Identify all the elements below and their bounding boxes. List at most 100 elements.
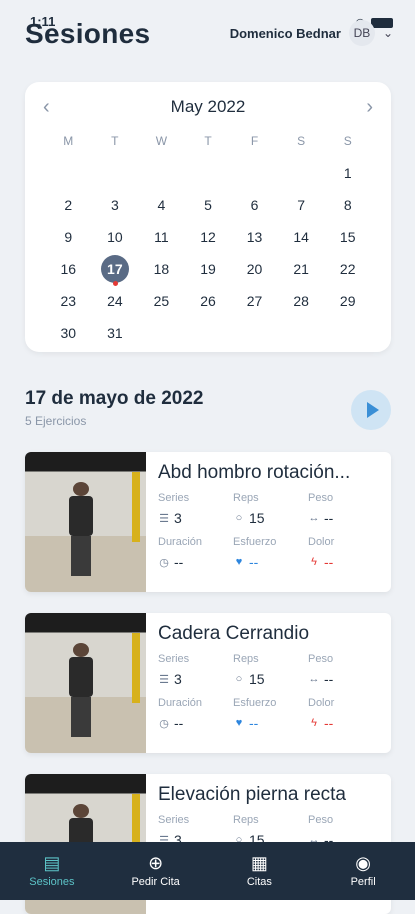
calendar-day[interactable]: 25 <box>138 290 185 312</box>
calendar-day[interactable]: 6 <box>231 194 278 216</box>
exercise-thumbnail <box>25 613 146 753</box>
calendar-day[interactable]: 15 <box>324 226 371 248</box>
calendar-day[interactable]: 4 <box>138 194 185 216</box>
calendar-day[interactable]: 1 <box>324 162 371 184</box>
calendar-day[interactable]: 5 <box>185 194 232 216</box>
weight-icon: ↔ <box>308 673 320 685</box>
clipboard-icon: ▤ <box>43 853 61 873</box>
calendar-day[interactable]: 28 <box>278 290 325 312</box>
tab-sesiones[interactable]: ▤ Sesiones <box>0 842 104 900</box>
calendar-day-selected[interactable]: 17 <box>92 255 139 286</box>
esfuerzo-value: -- <box>249 554 259 570</box>
calendar: ‹ May 2022 › MTWTFSS 1 2 3 4 5 6 7 8 9 10 11 12 13 14… <box>25 82 391 352</box>
calendar-day[interactable]: 7 <box>278 194 325 216</box>
esfuerzo-label: Esfuerzo <box>233 536 277 548</box>
series-value: 3 <box>174 671 182 687</box>
calendar-day[interactable]: 21 <box>278 258 325 280</box>
exercise-title: Abd hombro rotación... <box>158 462 351 483</box>
calendar-day[interactable]: 29 <box>324 290 371 312</box>
calendar-day[interactable]: 16 <box>45 258 92 280</box>
calendar-day[interactable]: 13 <box>231 226 278 248</box>
calendar-day[interactable]: 2 <box>45 194 92 216</box>
calendar-day[interactable]: 18 <box>138 258 185 280</box>
calendar-day[interactable]: 12 <box>185 226 232 248</box>
weekday-label: F <box>250 134 259 148</box>
tab-citas[interactable]: ▦ Citas <box>208 842 312 900</box>
calendar-day[interactable]: 30 <box>45 322 92 344</box>
dolor-value: -- <box>324 715 334 731</box>
calendar-empty-cell <box>138 162 185 184</box>
peso-value: -- <box>324 510 334 526</box>
calendar-day[interactable]: 20 <box>231 258 278 280</box>
weekday-label: T <box>111 134 119 148</box>
tab-bar: ▤ Sesiones ⊕ Pedir Cita ▦ Citas ◉ Perfil <box>0 842 415 900</box>
reps-label: Reps <box>233 492 259 504</box>
chevron-right-icon[interactable]: › <box>366 96 373 119</box>
user-menu[interactable]: Domenico Bednar DB ⌄ <box>230 20 393 46</box>
series-label: Series <box>158 653 190 665</box>
list-icon: ☰ <box>159 512 169 525</box>
calendar-day[interactable]: 22 <box>324 258 371 280</box>
exercise-card[interactable]: Cadera Cerrandio Series Reps Peso ☰ 3 ○ 15… <box>25 613 391 753</box>
series-label: Series <box>158 814 190 826</box>
heart-icon: ♥ <box>235 717 243 729</box>
peso-label: Peso <box>308 653 334 665</box>
calendar-day[interactable]: 26 <box>185 290 232 312</box>
dolor-label: Dolor <box>308 536 335 548</box>
tab-perfil[interactable]: ◉ Perfil <box>311 842 415 900</box>
calendar-empty-cell <box>231 162 278 184</box>
exercise-count: 5 Ejercicios <box>25 414 87 428</box>
repeat-icon: ○ <box>235 512 243 524</box>
clock-icon: ◷ <box>159 556 169 569</box>
bolt-icon: ϟ <box>311 556 317 568</box>
tab-label: Perfil <box>350 876 376 888</box>
clock-icon: ◷ <box>159 717 169 730</box>
calendar-day[interactable]: 8 <box>324 194 371 216</box>
play-button[interactable] <box>351 390 391 430</box>
calendar-day[interactable]: 14 <box>278 226 325 248</box>
weekday-label: T <box>204 134 212 148</box>
calendar-day[interactable]: 10 <box>92 226 139 248</box>
weekday-label: S <box>297 134 306 148</box>
dolor-label: Dolor <box>308 697 335 709</box>
calendar-day[interactable]: 31 <box>92 322 139 344</box>
series-label: Series <box>158 492 190 504</box>
peso-label: Peso <box>308 492 334 504</box>
tab-label: Citas <box>246 876 272 888</box>
calendar-day[interactable]: 27 <box>231 290 278 312</box>
page-title: Sesiones <box>25 18 151 49</box>
calendar-days: 1 2 3 4 5 6 7 8 9 10 11 12 13 14 15 16 17 18 19 20 21 22 23 24 2… <box>45 162 371 344</box>
calendar-day[interactable]: 9 <box>45 226 92 248</box>
bolt-icon: ϟ <box>311 717 317 729</box>
calendar-icon: ▦ <box>250 853 268 873</box>
reps-label: Reps <box>233 814 259 826</box>
session-date: 17 de mayo de 2022 <box>25 388 204 409</box>
exercise-title: Cadera Cerrandio <box>158 623 310 644</box>
calendar-day[interactable]: 3 <box>92 194 139 216</box>
tab-pedir-cita[interactable]: ⊕ Pedir Cita <box>104 842 208 900</box>
duracion-value: -- <box>174 554 184 570</box>
tab-label: Sesiones <box>29 876 75 888</box>
weekday-label: W <box>155 134 168 148</box>
avatar[interactable]: DB <box>348 20 375 46</box>
series-value: 3 <box>174 510 182 526</box>
reps-label: Reps <box>233 653 259 665</box>
duracion-label: Duración <box>158 697 203 709</box>
esfuerzo-value: -- <box>249 715 259 731</box>
calendar-day[interactable]: 11 <box>138 226 185 248</box>
peso-value: -- <box>324 671 334 687</box>
calendar-month-title: May 2022 <box>170 97 246 116</box>
calendar-day[interactable]: 24 <box>92 290 139 312</box>
exercise-thumbnail <box>25 452 146 592</box>
repeat-icon: ○ <box>235 673 243 685</box>
calendar-day[interactable]: 23 <box>45 290 92 312</box>
chevron-down-icon[interactable]: ⌄ <box>383 26 393 40</box>
exercise-card[interactable]: Abd hombro rotación... Series Reps Peso … <box>25 452 391 592</box>
tab-label: Pedir Cita <box>131 876 180 888</box>
calendar-day[interactable]: 19 <box>185 258 232 280</box>
reps-value: 15 <box>249 510 265 526</box>
chevron-left-icon[interactable]: ‹ <box>43 96 50 119</box>
duracion-value: -- <box>174 715 184 731</box>
calendar-empty-cell <box>278 162 325 184</box>
exercise-title: Elevación pierna recta <box>158 784 346 805</box>
